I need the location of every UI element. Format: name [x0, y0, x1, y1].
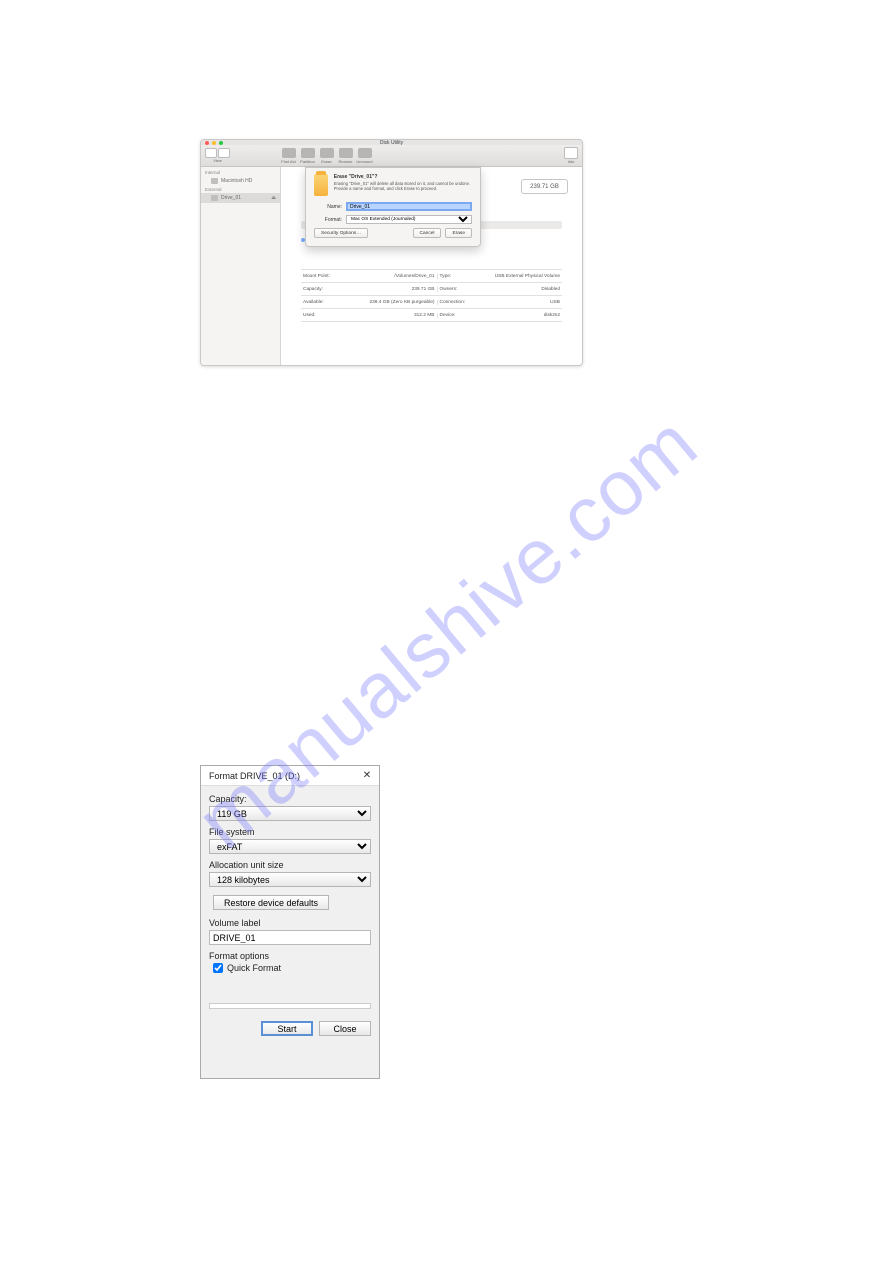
table-row: Mount Point: /Volumes/Drive_01 Type: USB…: [301, 270, 562, 283]
sidebar-item-drive01[interactable]: Drive_01 ⏏: [201, 193, 280, 203]
partition-icon[interactable]: [301, 148, 315, 158]
volume-label-label: Volume label: [209, 918, 371, 928]
quick-format-label: Quick Format: [227, 963, 281, 973]
device-val: disk2s2: [477, 313, 563, 318]
allocation-select[interactable]: 128 kilobytes: [209, 872, 371, 887]
table-row: Capacity: 239.71 GB Owners: Disabled: [301, 283, 562, 296]
type-val: USB External Physical Volume: [477, 274, 563, 279]
connection-key: Connection:: [437, 300, 477, 305]
unmount-label: Unmount: [356, 159, 372, 164]
sheet-message: Erasing "Drive_01" will delete all data …: [334, 181, 472, 192]
owners-key: Owners:: [437, 287, 477, 292]
mount-point-key: Mount Point:: [301, 274, 351, 279]
capacity-label: Capacity:: [209, 794, 371, 804]
disk-utility-window: Disk Utility View First Aid Partition Er…: [200, 139, 583, 366]
toolbar: View First Aid Partition Erase Restore U…: [201, 145, 582, 167]
disk-icon: [211, 178, 218, 184]
table-row: Used: 312.2 MB Device: disk2s2: [301, 309, 562, 322]
start-button[interactable]: Start: [261, 1021, 313, 1036]
mount-point-val: /Volumes/Drive_01: [351, 274, 437, 279]
sidebar-item-macintosh-hd[interactable]: Macintosh HD: [201, 176, 280, 186]
volume-label-input[interactable]: [209, 930, 371, 945]
unmount-icon[interactable]: [358, 148, 372, 158]
folder-icon: [314, 174, 328, 196]
info-button[interactable]: [564, 147, 578, 159]
sidebar-header-internal: Internal: [201, 169, 280, 176]
firstaid-label: First Aid: [281, 159, 295, 164]
used-key: Used:: [301, 313, 351, 318]
sidebar-item-label: Macintosh HD: [221, 178, 252, 184]
erase-icon[interactable]: [320, 148, 334, 158]
filesystem-select[interactable]: exFAT: [209, 839, 371, 854]
quick-format-checkbox[interactable]: [213, 963, 223, 973]
restore-icon[interactable]: [339, 148, 353, 158]
view-label: View: [213, 158, 222, 163]
used-val: 312.2 MB: [351, 313, 437, 318]
capacity-select[interactable]: 119 GB: [209, 806, 371, 821]
name-input[interactable]: [346, 202, 472, 211]
partition-label: Partition: [300, 159, 315, 164]
device-key: Device:: [437, 313, 477, 318]
info-table: Mount Point: /Volumes/Drive_01 Type: USB…: [301, 269, 562, 322]
filesystem-label: File system: [209, 827, 371, 837]
progress-bar: [209, 1003, 371, 1009]
available-val: 239.4 GB (Zero KB purgeable): [351, 300, 437, 305]
window-title: Disk Utility: [201, 140, 582, 146]
titlebar: Disk Utility: [201, 140, 582, 145]
view-toggle[interactable]: [205, 148, 217, 158]
security-options-button[interactable]: Security Options…: [314, 228, 368, 238]
restore-defaults-button[interactable]: Restore device defaults: [213, 895, 329, 910]
erase-label: Erase: [321, 159, 331, 164]
close-icon[interactable]: ✕: [361, 770, 373, 782]
disk-icon: [211, 195, 218, 201]
allocation-label: Allocation unit size: [209, 860, 371, 870]
available-key: Available:: [301, 300, 351, 305]
owners-val: Disabled: [477, 287, 563, 292]
info-label: Info: [568, 159, 575, 164]
name-label: Name:: [314, 204, 342, 210]
titlebar: Format DRIVE_01 (D:) ✕: [201, 766, 379, 786]
table-row: Available: 239.4 GB (Zero KB purgeable) …: [301, 296, 562, 309]
capacity-val: 239.71 GB: [351, 287, 437, 292]
view-toggle-alt[interactable]: [218, 148, 230, 158]
sidebar-header-external: External: [201, 186, 280, 193]
erase-button[interactable]: Erase: [445, 228, 472, 238]
sidebar-item-label: Drive_01: [221, 195, 241, 201]
format-dialog: Format DRIVE_01 (D:) ✕ Capacity: 119 GB …: [200, 765, 380, 1079]
close-button[interactable]: Close: [319, 1021, 371, 1036]
cancel-button[interactable]: Cancel: [413, 228, 442, 238]
capacity-badge: 239.71 GB: [521, 179, 568, 194]
firstaid-icon[interactable]: [282, 148, 296, 158]
format-label: Format:: [314, 217, 342, 223]
format-options-label: Format options: [209, 951, 371, 961]
window-title: Format DRIVE_01 (D:): [209, 771, 361, 781]
format-select[interactable]: Mac OS Extended (Journaled): [346, 215, 472, 224]
connection-val: USB: [477, 300, 563, 305]
eject-icon[interactable]: ⏏: [271, 195, 276, 201]
erase-sheet: Erase "Drive_01"? Erasing "Drive_01" wil…: [305, 167, 481, 247]
capacity-key: Capacity:: [301, 287, 351, 292]
type-key: Type:: [437, 274, 477, 279]
restore-label: Restore: [338, 159, 352, 164]
sheet-title: Erase "Drive_01"?: [334, 174, 472, 180]
sidebar: Internal Macintosh HD External Drive_01 …: [201, 167, 281, 365]
